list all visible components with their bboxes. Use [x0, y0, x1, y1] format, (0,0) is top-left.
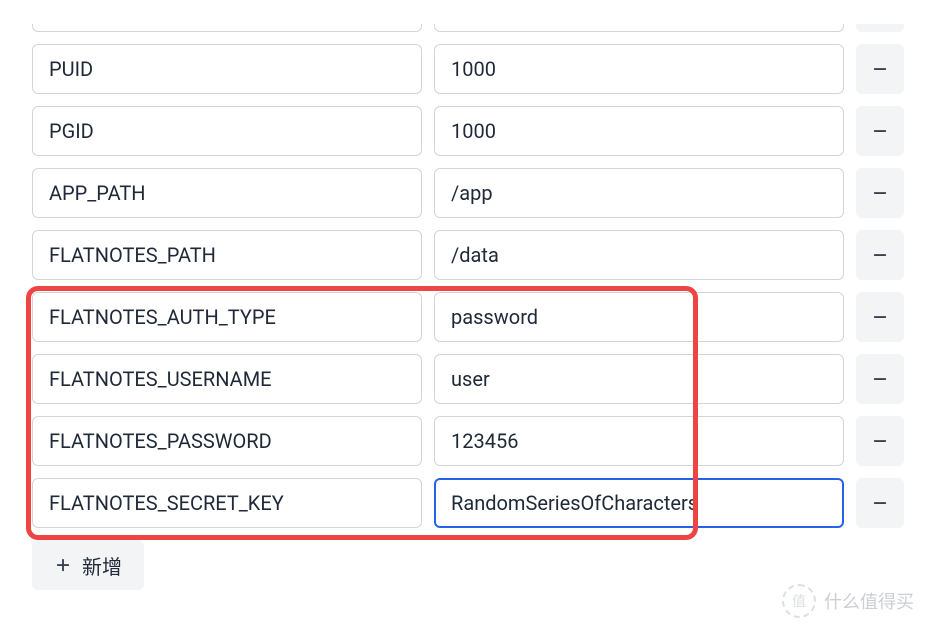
env-key-input[interactable]: FLATNOTES_PATH — [32, 230, 422, 280]
remove-button[interactable] — [856, 354, 904, 404]
env-var-row: FLATNOTES_PASSWORD 123456 — [32, 416, 900, 466]
env-key-input[interactable]: FLATNOTES_USERNAME — [32, 354, 422, 404]
remove-button[interactable] — [856, 230, 904, 280]
env-key-input[interactable]: FLATNOTES_PASSWORD — [32, 416, 422, 466]
env-var-row: APP_PATH /app — [32, 168, 900, 218]
remove-button[interactable] — [856, 168, 904, 218]
env-key-input[interactable]: APP_PATH — [32, 168, 422, 218]
env-value-input[interactable]: 123456 — [434, 416, 844, 466]
env-var-row: FLATNOTES_PATH /data — [32, 230, 900, 280]
remove-button[interactable] — [856, 292, 904, 342]
env-value-input[interactable]: password — [434, 292, 844, 342]
minus-icon — [871, 494, 889, 512]
env-var-row — [32, 24, 900, 32]
remove-button[interactable] — [856, 44, 904, 94]
watermark-badge: 值 — [782, 584, 816, 618]
env-value-input[interactable]: /app — [434, 168, 844, 218]
env-var-row: FLATNOTES_AUTH_TYPE password — [32, 292, 900, 342]
env-value-input[interactable]: user — [434, 354, 844, 404]
env-key-input[interactable]: PGID — [32, 106, 422, 156]
remove-button[interactable] — [856, 478, 904, 528]
watermark-text: 什么值得买 — [824, 588, 914, 614]
watermark: 值 什么值得买 — [782, 584, 914, 618]
env-value-input[interactable]: 1000 — [434, 44, 844, 94]
minus-icon — [871, 60, 889, 78]
env-var-row: PGID 1000 — [32, 106, 900, 156]
add-button-label: 新增 — [82, 551, 122, 580]
minus-icon — [871, 308, 889, 326]
env-var-row: FLATNOTES_SECRET_KEY RandomSeriesOfChara… — [32, 478, 900, 528]
minus-icon — [871, 370, 889, 388]
remove-button[interactable] — [856, 24, 904, 32]
minus-icon — [871, 246, 889, 264]
remove-button[interactable] — [856, 416, 904, 466]
env-var-row: FLATNOTES_USERNAME user — [32, 354, 900, 404]
env-var-row: PUID 1000 — [32, 44, 900, 94]
add-button[interactable]: 新增 — [32, 540, 144, 590]
env-value-input[interactable]: /data — [434, 230, 844, 280]
env-key-input[interactable]: FLATNOTES_SECRET_KEY — [32, 478, 422, 528]
env-key-input[interactable] — [32, 24, 422, 32]
remove-button[interactable] — [856, 106, 904, 156]
minus-icon — [871, 122, 889, 140]
env-var-list: PUID 1000 PGID 1000 APP_PATH /app FLATNO… — [32, 24, 900, 528]
env-value-input[interactable] — [434, 24, 844, 32]
env-key-input[interactable]: PUID — [32, 44, 422, 94]
minus-icon — [871, 432, 889, 450]
plus-icon — [54, 556, 72, 574]
env-key-input[interactable]: FLATNOTES_AUTH_TYPE — [32, 292, 422, 342]
env-value-input[interactable]: RandomSeriesOfCharacters — [434, 478, 844, 528]
minus-icon — [871, 184, 889, 202]
env-value-input[interactable]: 1000 — [434, 106, 844, 156]
